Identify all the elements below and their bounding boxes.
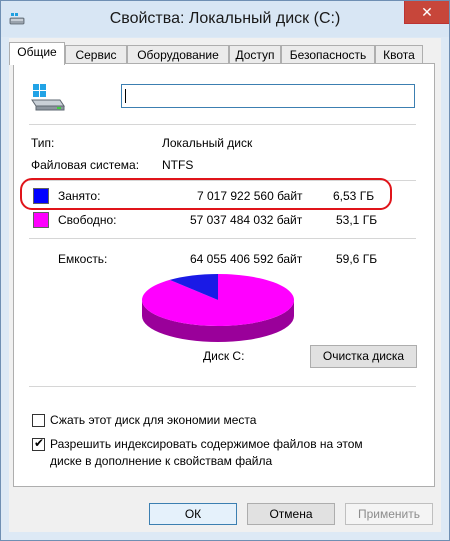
compress-checkbox[interactable] — [32, 414, 45, 427]
close-button[interactable]: ✕ — [404, 1, 449, 24]
tab-general[interactable]: Общие — [9, 42, 65, 65]
drive-icon — [31, 84, 65, 111]
index-checkbox[interactable]: ✔ — [32, 436, 45, 451]
capacity-label: Емкость: — [58, 252, 108, 266]
free-size: 53,1 ГБ — [336, 213, 378, 227]
ok-button[interactable]: ОК — [149, 503, 237, 525]
disk-cleanup-button[interactable]: Очистка диска — [310, 345, 417, 368]
filesystem-value: NTFS — [162, 158, 194, 172]
disk-usage-pie — [142, 274, 294, 342]
separator-top — [29, 124, 416, 125]
apply-button[interactable]: Применить — [345, 503, 433, 525]
type-value: Локальный диск — [162, 136, 253, 150]
tab-sharing[interactable]: Доступ — [229, 45, 281, 64]
separator-bottom — [29, 386, 416, 387]
type-label: Тип: — [31, 136, 55, 150]
check-mark-icon: ✔ — [34, 436, 45, 450]
highlight-ellipse — [20, 178, 392, 210]
tab-security[interactable]: Безопасность — [281, 45, 375, 64]
tab-service[interactable]: Сервис — [65, 45, 127, 64]
free-bytes: 57 037 484 032 байт — [190, 213, 303, 227]
title-bar[interactable]: Свойства: Локальный диск (C:) ✕ — [1, 1, 449, 37]
free-color-swatch — [33, 212, 49, 228]
window-title: Свойства: Локальный диск (C:) — [109, 10, 341, 27]
free-label: Свободно: — [58, 213, 117, 227]
text-caret — [125, 89, 126, 103]
drive-name-input[interactable] — [121, 84, 415, 108]
filesystem-label: Файловая система: — [31, 158, 140, 172]
compress-label[interactable]: Сжать этот диск для экономии места — [50, 413, 256, 427]
disk-label: Диск C: — [203, 349, 245, 363]
cancel-button[interactable]: Отмена — [247, 503, 335, 525]
tab-hardware[interactable]: Оборудование — [127, 45, 229, 64]
separator-capacity — [29, 238, 416, 239]
capacity-bytes: 64 055 406 592 байт — [190, 252, 303, 266]
capacity-size: 59,6 ГБ — [336, 252, 378, 266]
index-label-line1[interactable]: Разрешить индексировать содержимое файло… — [50, 437, 363, 451]
tab-quota[interactable]: Квота — [375, 45, 423, 64]
index-label-line2[interactable]: диске в дополнение к свойствам файла — [50, 454, 272, 468]
